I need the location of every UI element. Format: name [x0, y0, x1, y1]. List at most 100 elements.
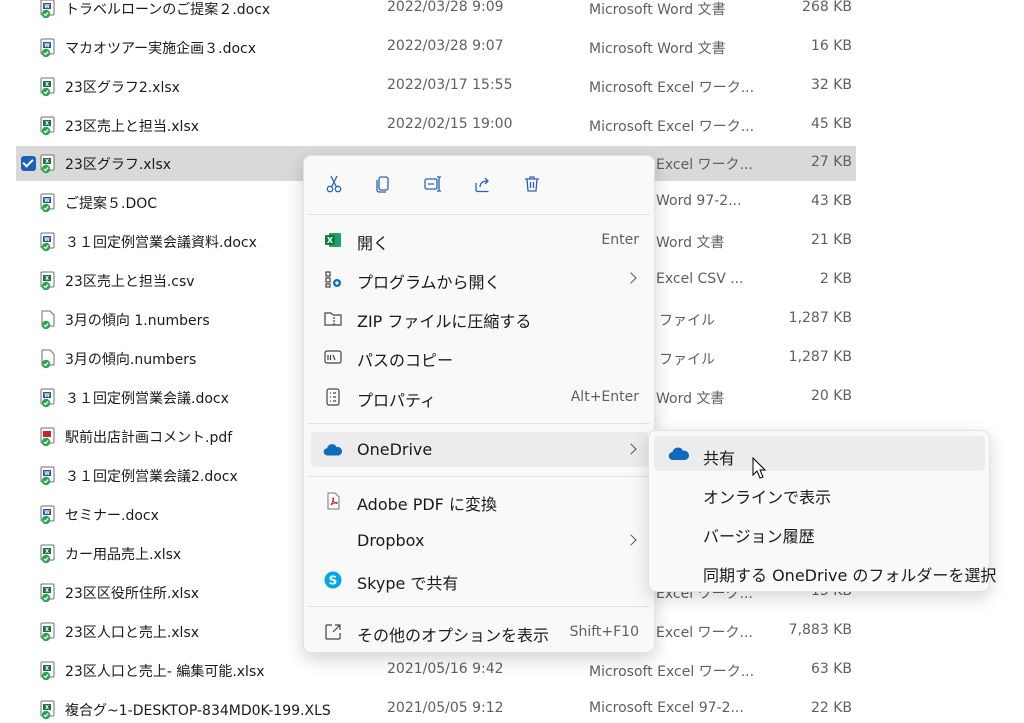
svg-text:X: X — [45, 588, 49, 594]
word-file-icon: W — [40, 38, 58, 58]
file-name: 23区売上と担当.csv — [65, 274, 195, 290]
excel-icon: X — [323, 230, 343, 250]
submenu-item-version-history[interactable]: バージョン履歴 — [654, 514, 985, 549]
menu-item-open-with[interactable]: プログラムから開く — [311, 261, 649, 296]
excel-file-icon: X — [40, 700, 58, 720]
menu-item-label: Adobe PDF に変換 — [357, 495, 497, 514]
file-name: ご提案５.DOC — [65, 196, 158, 212]
file-type: Microsoft Word 文書 — [589, 41, 726, 57]
file-size: 16 KB — [810, 38, 852, 54]
file-name: 23区グラフ2.xlsx — [65, 80, 180, 96]
submenu-item-choose-folders[interactable]: 同期する OneDrive のフォルダーを選択 — [654, 553, 996, 588]
copy-path-icon — [323, 347, 343, 367]
share-button[interactable] — [470, 173, 496, 199]
file-date: 2021/05/05 9:12 — [387, 700, 504, 716]
menu-item-label: Dropbox — [357, 531, 425, 550]
file-row[interactable]: X 23区売上と担当.xlsx 2022/02/15 19:00 Microso… — [16, 108, 856, 143]
file-name: 23区区役所住所.xlsx — [65, 586, 200, 602]
file-size: 21 KB — [810, 232, 852, 248]
svg-text:W: W — [44, 43, 50, 49]
submenu-item-share[interactable]: 共有 — [654, 436, 985, 471]
delete-button[interactable] — [519, 173, 545, 199]
file-name: 3月の傾向 1.numbers — [65, 313, 210, 329]
rename-button[interactable] — [420, 173, 446, 199]
menu-item-label: プロパティ — [357, 391, 437, 410]
file-name: 23区人口と売上.xlsx — [65, 625, 200, 641]
file-size: 1,287 KB — [788, 310, 852, 326]
file-size: 27 KB — [810, 154, 852, 170]
file-row[interactable]: X 23区グラフ2.xlsx 2022/03/17 15:55 Microsof… — [16, 69, 856, 104]
adobe-pdf-icon — [323, 491, 343, 511]
cut-button[interactable] — [321, 173, 347, 199]
zip-folder-icon — [323, 308, 343, 328]
file-row[interactable]: X 複合グ~1-DESKTOP-834MD0K-199.XLS 2021/05/… — [16, 692, 856, 723]
file-type: Excel CSV ... — [656, 271, 744, 287]
menu-item-shortcut: Enter — [601, 232, 639, 248]
file-type: Excel ワーク... — [656, 157, 753, 173]
properties-icon — [323, 387, 343, 407]
mouse-pointer-icon — [752, 456, 768, 481]
file-name: カー用品売上.xlsx — [65, 547, 182, 563]
svg-text:X: X — [45, 627, 49, 633]
file-row[interactable]: W マカオツアー実施企画３.docx 2022/03/28 9:07 Micro… — [16, 30, 856, 65]
menu-item-skype[interactable]: S Skype で共有 — [311, 562, 649, 597]
more-options-icon — [323, 622, 343, 642]
file-date: 2022/03/28 9:07 — [387, 38, 504, 54]
menu-item-adobe-pdf[interactable]: Adobe PDF に変換 — [311, 483, 649, 518]
file-row[interactable]: W トラベルローンのご提案２.docx 2022/03/28 9:09 Micr… — [16, 0, 856, 26]
file-size: 1,287 KB — [788, 349, 852, 365]
onedrive-icon — [323, 440, 343, 460]
file-type: Excel ワーク... — [656, 625, 753, 641]
menu-item-onedrive[interactable]: OneDrive — [311, 432, 649, 467]
submenu-item-label: バージョン履歴 — [703, 527, 815, 546]
file-name: 複合グ~1-DESKTOP-834MD0K-199.XLS — [65, 703, 331, 719]
selection-checkbox[interactable] — [21, 156, 36, 171]
menu-item-dropbox[interactable]: Dropbox — [311, 523, 649, 558]
chevron-right-icon — [625, 272, 637, 284]
onedrive-submenu: 共有 オンラインで表示 バージョン履歴 同期する OneDrive のフォルダー… — [648, 430, 996, 592]
excel-file-icon: X — [40, 271, 58, 291]
file-type: Word 文書 — [656, 391, 725, 407]
svg-text:X: X — [45, 705, 49, 711]
file-date: 2022/03/17 15:55 — [387, 77, 513, 93]
svg-text:X: X — [45, 276, 49, 282]
file-date: 2022/02/15 19:00 — [387, 116, 513, 132]
menu-item-label: ZIP ファイルに圧縮する — [357, 312, 532, 331]
menu-item-properties[interactable]: プロパティ Alt+Enter — [311, 379, 649, 414]
menu-item-more-options[interactable]: その他のオプションを表示 Shift+F10 — [311, 614, 649, 649]
svg-text:W: W — [44, 393, 50, 399]
file-name: ３１回定例営業会議.docx — [65, 391, 229, 407]
menu-item-label: OneDrive — [357, 440, 433, 459]
submenu-item-label: オンラインで表示 — [703, 488, 832, 507]
file-size: 32 KB — [810, 77, 852, 93]
excel-file-icon: X — [40, 583, 58, 603]
word-file-icon: W — [40, 466, 58, 486]
word-file-icon: W — [40, 388, 58, 408]
generic-file-icon — [40, 310, 58, 330]
context-menu-toolbar — [304, 156, 654, 214]
file-size: 22 KB — [810, 700, 852, 716]
word-file-icon: W — [40, 193, 58, 213]
pdf-file-icon — [40, 427, 58, 447]
svg-text:X: X — [45, 121, 49, 127]
menu-item-zip[interactable]: ZIP ファイルに圧縮する — [311, 300, 649, 335]
menu-item-shortcut: Alt+Enter — [570, 389, 639, 405]
file-size: 7,883 KB — [788, 622, 852, 638]
svg-text:X: X — [45, 159, 49, 165]
chevron-right-icon — [625, 534, 637, 546]
chevron-right-icon — [625, 443, 637, 455]
copy-button[interactable] — [370, 173, 396, 199]
svg-text:W: W — [44, 4, 50, 10]
file-name: セミナー.docx — [65, 508, 159, 524]
generic-file-icon — [40, 349, 58, 369]
submenu-item-view-online[interactable]: オンラインで表示 — [654, 475, 985, 510]
word-file-icon: W — [40, 0, 58, 19]
menu-item-open[interactable]: X 開く Enter — [311, 222, 649, 257]
menu-item-copy-path[interactable]: パスのコピー — [311, 339, 649, 374]
file-row[interactable]: X 23区人口と売上- 編集可能.xlsx 2021/05/16 9:42 Mi… — [16, 653, 856, 688]
share-icon — [473, 174, 493, 198]
file-name: 23区人口と売上- 編集可能.xlsx — [65, 664, 265, 680]
file-name: 3月の傾向.numbers — [65, 352, 197, 368]
excel-file-icon: X — [40, 116, 58, 136]
file-name: 23区売上と担当.xlsx — [65, 119, 200, 135]
